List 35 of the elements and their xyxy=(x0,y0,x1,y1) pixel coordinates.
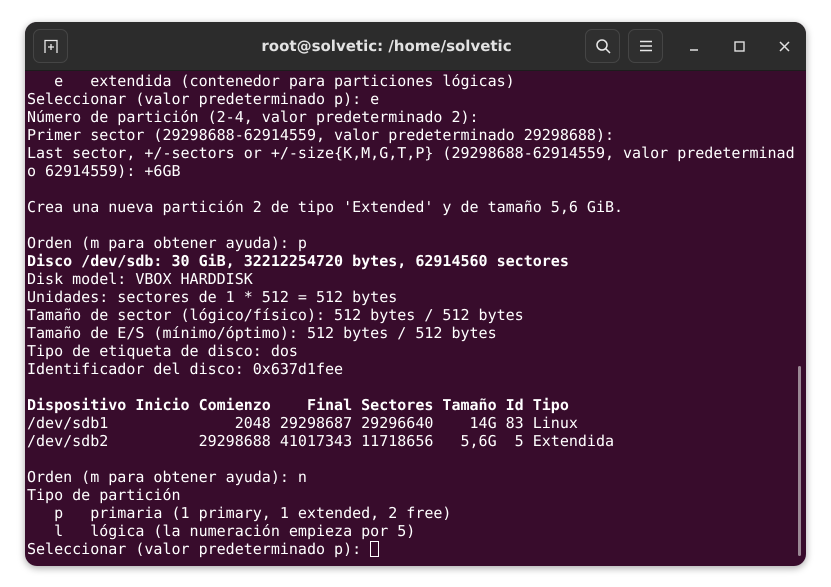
terminal-line: Orden (m para obtener ayuda): p xyxy=(27,234,307,252)
search-icon xyxy=(594,38,610,54)
maximize-icon xyxy=(734,40,744,52)
minimize-icon xyxy=(689,49,699,51)
new-tab-button[interactable] xyxy=(33,29,68,63)
terminal-line: Disk model: VBOX HARDDISK xyxy=(27,270,253,288)
new-tab-icon xyxy=(42,38,58,54)
terminal-line: Seleccionar (valor predeterminado p): e xyxy=(27,90,380,108)
terminal-line: Tipo de etiqueta de disco: dos xyxy=(27,342,298,360)
terminal-line: Primer sector (29298688-62914559, valor predeterminado 29298688): xyxy=(27,126,614,144)
terminal-line: e extendida (contenedor para particiones lógicas) xyxy=(53,72,515,90)
terminal-line: Número de partición (2-4, valor predeterminado 2): xyxy=(27,108,479,126)
search-button[interactable] xyxy=(585,29,620,63)
menu-button[interactable] xyxy=(628,29,663,63)
close-icon xyxy=(778,40,790,52)
terminal-line: /dev/sdb1 2048 29298687 29296640 14G 83 Linux xyxy=(27,414,578,432)
terminal-line: Unidades: sectores de 1 * 512 = 512 bytes xyxy=(27,288,398,306)
menu-icon xyxy=(638,40,652,52)
terminal-line: Last sector, +/-sectors or +/-size{K,M,G,T,P} (29298688-62914559, valor predeterminad xyxy=(27,144,795,162)
terminal-line: Identificador del disco: 0x637d1fee xyxy=(27,360,344,378)
terminal-line: Tamaño de E/S (mínimo/óptimo): 512 bytes / 512 bytes xyxy=(27,324,497,342)
text-cursor xyxy=(370,541,380,557)
terminal-line: Disco /dev/sdb: 30 GiB, 32212254720 bytes, 62914560 sectores xyxy=(27,252,569,270)
terminal-line: /dev/sdb2 29298688 41017343 11718656 5,6G 5 Extendida xyxy=(27,432,614,450)
terminal-line: o 62914559): +6GB xyxy=(27,162,181,180)
terminal-line: Tipo de partición xyxy=(27,486,181,504)
terminal-line: l lógica (la numeración empieza por 5) xyxy=(53,522,416,540)
window-title: root@solvetic: /home/solvetic xyxy=(260,37,513,55)
terminal-line: Orden (m para obtener ayuda): n xyxy=(27,468,307,486)
terminal-line: Crea una nueva partición 2 de tipo 'Extended' y de tamaño 5,6 GiB. xyxy=(27,198,624,216)
terminal-line: Seleccionar (valor predeterminado p): xyxy=(27,540,362,558)
scrollbar[interactable] xyxy=(798,366,801,556)
terminal-line: Dispositivo Inicio Comienzo Final Sectores Tamaño Id Tipo xyxy=(27,396,569,414)
terminal-line: Tamaño de sector (lógico/físico): 512 bytes / 512 bytes xyxy=(27,306,524,324)
terminal-line: p primaria (1 primary, 1 extended, 2 free) xyxy=(53,504,452,522)
